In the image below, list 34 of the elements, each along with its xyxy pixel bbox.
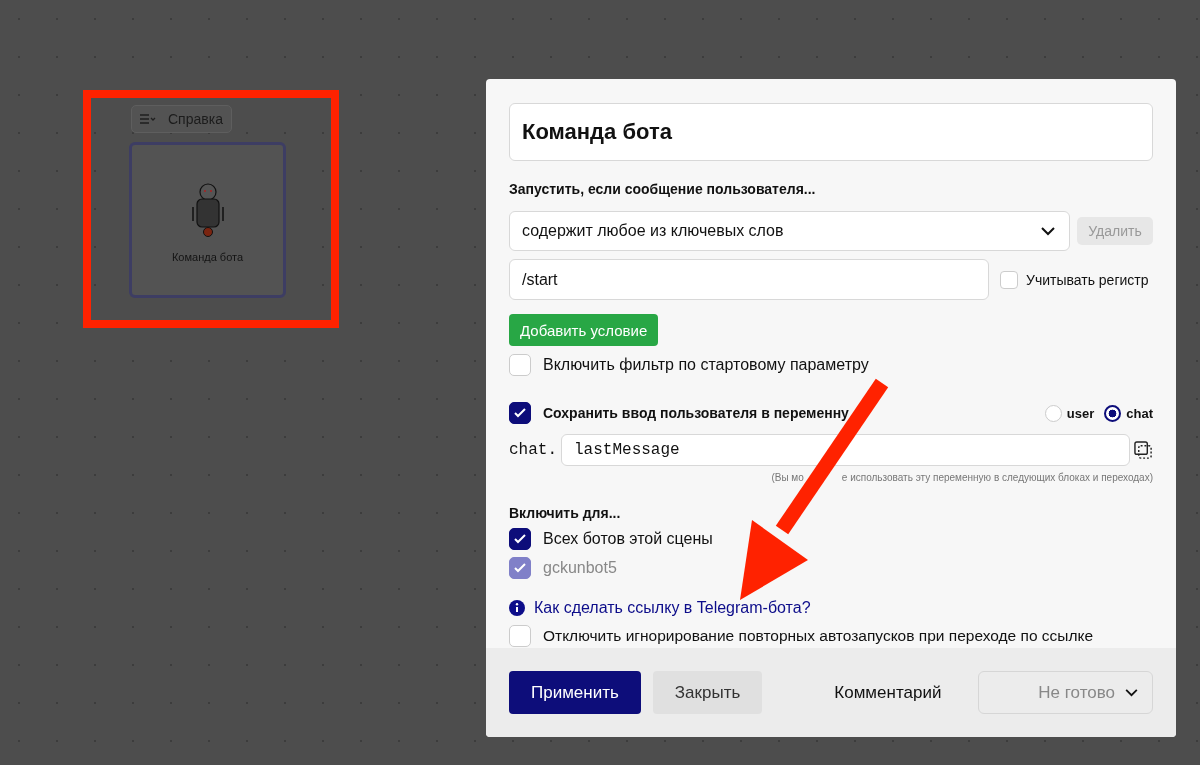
checkbox-label: gckunbot5: [543, 559, 617, 577]
comment-button[interactable]: Комментарий: [774, 671, 964, 714]
section-label: Включить для...: [509, 505, 622, 521]
info-icon: [509, 600, 525, 616]
checkbox-label: Учитывать регистр: [1026, 271, 1149, 288]
chevron-icon: [1041, 226, 1055, 236]
hint-text: е использовать эту переменную в следующих блоках и переходах): [841, 472, 1153, 483]
checkbox[interactable]: [509, 528, 531, 550]
trigger-label: Запустить, если сообщение пользователя...: [509, 181, 817, 197]
checkmark-icon: [514, 534, 526, 544]
node-title: Команда бота: [171, 251, 244, 263]
checkbox-label: Сохранить ввод пользователя в переменну: [543, 405, 849, 421]
condition-dropdown[interactable]: содержит любое из ключевых слов: [509, 211, 1070, 251]
menu-icon: [140, 114, 156, 124]
checkbox[interactable]: [509, 402, 531, 424]
checkbox-label: Всех ботов этой сцены: [543, 530, 713, 548]
copy-icon[interactable]: [1134, 440, 1153, 460]
close-button[interactable]: Закрыть: [652, 671, 763, 714]
help-link[interactable]: Как сделать ссылку в Telegram-бота?: [534, 599, 811, 617]
apply-button[interactable]: Применить: [509, 671, 641, 714]
radio-button[interactable]: [1104, 404, 1122, 422]
title-field[interactable]: Команда бота: [509, 103, 1153, 161]
checkmark-icon: [514, 408, 526, 418]
keyword-field[interactable]: /start: [509, 259, 989, 300]
robot-icon: [190, 183, 225, 239]
radio-label: user: [1066, 405, 1095, 421]
variable-prefix: chat.: [509, 441, 557, 459]
variable-field[interactable]: lastMessage: [561, 434, 1130, 466]
chevron-icon: [1125, 688, 1138, 697]
radio-label: chat: [1126, 405, 1153, 421]
checkmark-icon: [514, 563, 526, 573]
checkbox-label: Отключить игнорирование повторных автозапусков при переходе по ссылке: [543, 627, 1094, 645]
checkbox-label: Включить фильтр по стартовому параметру: [543, 356, 869, 374]
hint-text: (Вы мо: [771, 472, 804, 483]
